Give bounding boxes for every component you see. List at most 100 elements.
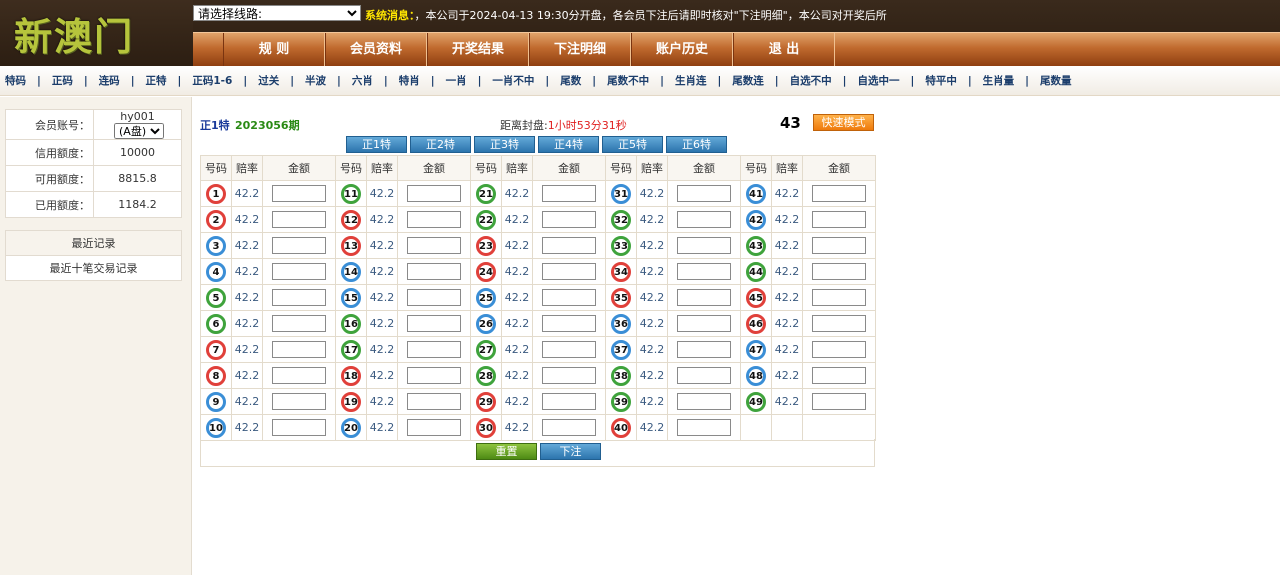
nav-item-4[interactable]: 下注明细 (529, 33, 631, 66)
tab-position-3[interactable]: 正3特 (474, 136, 535, 153)
game-type-link-15[interactable]: 尾数连 (732, 73, 764, 88)
game-type-link-3[interactable]: 连码 (99, 73, 120, 88)
amount-input-10[interactable] (272, 419, 326, 436)
amount-input-45[interactable] (812, 289, 866, 306)
amount-input-24[interactable] (542, 263, 596, 280)
amount-input-33[interactable] (677, 237, 731, 254)
amount-input-44[interactable] (812, 263, 866, 280)
nav-item-2[interactable]: 会员资料 (325, 33, 427, 66)
submit-bet-button[interactable]: 下注 (540, 443, 601, 460)
amount-input-37[interactable] (677, 341, 731, 358)
amount-input-39[interactable] (677, 393, 731, 410)
tab-position-1[interactable]: 正1特 (346, 136, 407, 153)
table-row: 8 42.2 18 42.2 28 42.2 38 42.2 48 42.2 (200, 362, 876, 389)
game-type-link-19[interactable]: 生肖量 (983, 73, 1015, 88)
amount-input-7[interactable] (272, 341, 326, 358)
amount-input-6[interactable] (272, 315, 326, 332)
amount-input-34[interactable] (677, 263, 731, 280)
nav-item-5[interactable]: 账户历史 (631, 33, 733, 66)
plate-select[interactable]: (A盘) (114, 123, 164, 139)
game-type-link-11[interactable]: 一肖不中 (492, 73, 534, 88)
amount-input-48[interactable] (812, 367, 866, 384)
amount-input-13[interactable] (407, 237, 461, 254)
amount-input-32[interactable] (677, 211, 731, 228)
tab-position-2[interactable]: 正2特 (410, 136, 471, 153)
number-cell: 29 (470, 388, 502, 415)
amount-input-26[interactable] (542, 315, 596, 332)
amount-input-40[interactable] (677, 419, 731, 436)
game-type-link-5[interactable]: 正码1-6 (192, 73, 232, 88)
ball-18: 18 (341, 365, 361, 386)
amount-input-22[interactable] (542, 211, 596, 228)
ball-41: 41 (746, 183, 766, 204)
amount-input-5[interactable] (272, 289, 326, 306)
line-select[interactable]: 请选择线路: (193, 5, 361, 21)
amount-input-38[interactable] (677, 367, 731, 384)
amount-input-14[interactable] (407, 263, 461, 280)
amount-input-36[interactable] (677, 315, 731, 332)
recent-ten-link[interactable]: 最近十笔交易记录 (5, 255, 182, 281)
amount-input-21[interactable] (542, 185, 596, 202)
game-type-link-1[interactable]: 特码 (5, 73, 26, 88)
odds-cell: 42.2 (231, 414, 263, 441)
ball-28: 28 (476, 365, 496, 386)
amount-input-42[interactable] (812, 211, 866, 228)
amount-input-16[interactable] (407, 315, 461, 332)
amount-input-47[interactable] (812, 341, 866, 358)
game-type-link-12[interactable]: 尾数 (560, 73, 581, 88)
nav-item-3[interactable]: 开奖结果 (427, 33, 529, 66)
amount-input-25[interactable] (542, 289, 596, 306)
amount-input-27[interactable] (542, 341, 596, 358)
amount-input-19[interactable] (407, 393, 461, 410)
odds-cell: 42.2 (366, 362, 398, 389)
amount-input-31[interactable] (677, 185, 731, 202)
game-type-link-18[interactable]: 特平中 (925, 73, 957, 88)
amount-input-9[interactable] (272, 393, 326, 410)
nav-item-1[interactable]: 规 则 (223, 33, 325, 66)
odds-cell: 42.2 (501, 258, 533, 285)
site-logo[interactable]: 新澳门 (0, 0, 193, 66)
game-type-link-4[interactable]: 正特 (146, 73, 167, 88)
tab-position-6[interactable]: 正6特 (666, 136, 727, 153)
game-type-link-16[interactable]: 自选不中 (790, 73, 832, 88)
amount-input-41[interactable] (812, 185, 866, 202)
amount-input-35[interactable] (677, 289, 731, 306)
game-type-link-10[interactable]: 一肖 (446, 73, 467, 88)
fast-mode-button[interactable]: 快速模式 (813, 114, 874, 131)
odds-cell: 42.2 (231, 336, 263, 363)
number-cell: 16 (335, 310, 367, 337)
game-type-link-13[interactable]: 尾数不中 (607, 73, 649, 88)
game-type-link-20[interactable]: 尾数量 (1040, 73, 1072, 88)
amount-input-11[interactable] (407, 185, 461, 202)
amount-input-29[interactable] (542, 393, 596, 410)
amount-input-2[interactable] (272, 211, 326, 228)
reset-button[interactable]: 重置 (476, 443, 537, 460)
amount-input-3[interactable] (272, 237, 326, 254)
amount-input-28[interactable] (542, 367, 596, 384)
game-type-link-9[interactable]: 特肖 (399, 73, 420, 88)
game-type-link-7[interactable]: 半波 (305, 73, 326, 88)
game-type-link-6[interactable]: 过关 (258, 73, 279, 88)
amount-input-17[interactable] (407, 341, 461, 358)
table-row: 3 42.2 13 42.2 23 42.2 33 42.2 43 42.2 (200, 232, 876, 259)
amount-input-18[interactable] (407, 367, 461, 384)
tab-position-5[interactable]: 正5特 (602, 136, 663, 153)
amount-input-23[interactable] (542, 237, 596, 254)
game-type-link-2[interactable]: 正码 (52, 73, 73, 88)
amount-input-49[interactable] (812, 393, 866, 410)
amount-input-15[interactable] (407, 289, 461, 306)
amount-input-43[interactable] (812, 237, 866, 254)
amount-input-4[interactable] (272, 263, 326, 280)
amount-input-46[interactable] (812, 315, 866, 332)
game-type-link-14[interactable]: 生肖连 (675, 73, 707, 88)
number-cell: 23 (470, 232, 502, 259)
nav-item-6[interactable]: 退 出 (733, 33, 835, 66)
tab-position-4[interactable]: 正4特 (538, 136, 599, 153)
amount-input-30[interactable] (542, 419, 596, 436)
amount-input-1[interactable] (272, 185, 326, 202)
amount-input-20[interactable] (407, 419, 461, 436)
amount-input-12[interactable] (407, 211, 461, 228)
game-type-link-17[interactable]: 自选中一 (857, 73, 899, 88)
game-type-link-8[interactable]: 六肖 (352, 73, 373, 88)
amount-input-8[interactable] (272, 367, 326, 384)
